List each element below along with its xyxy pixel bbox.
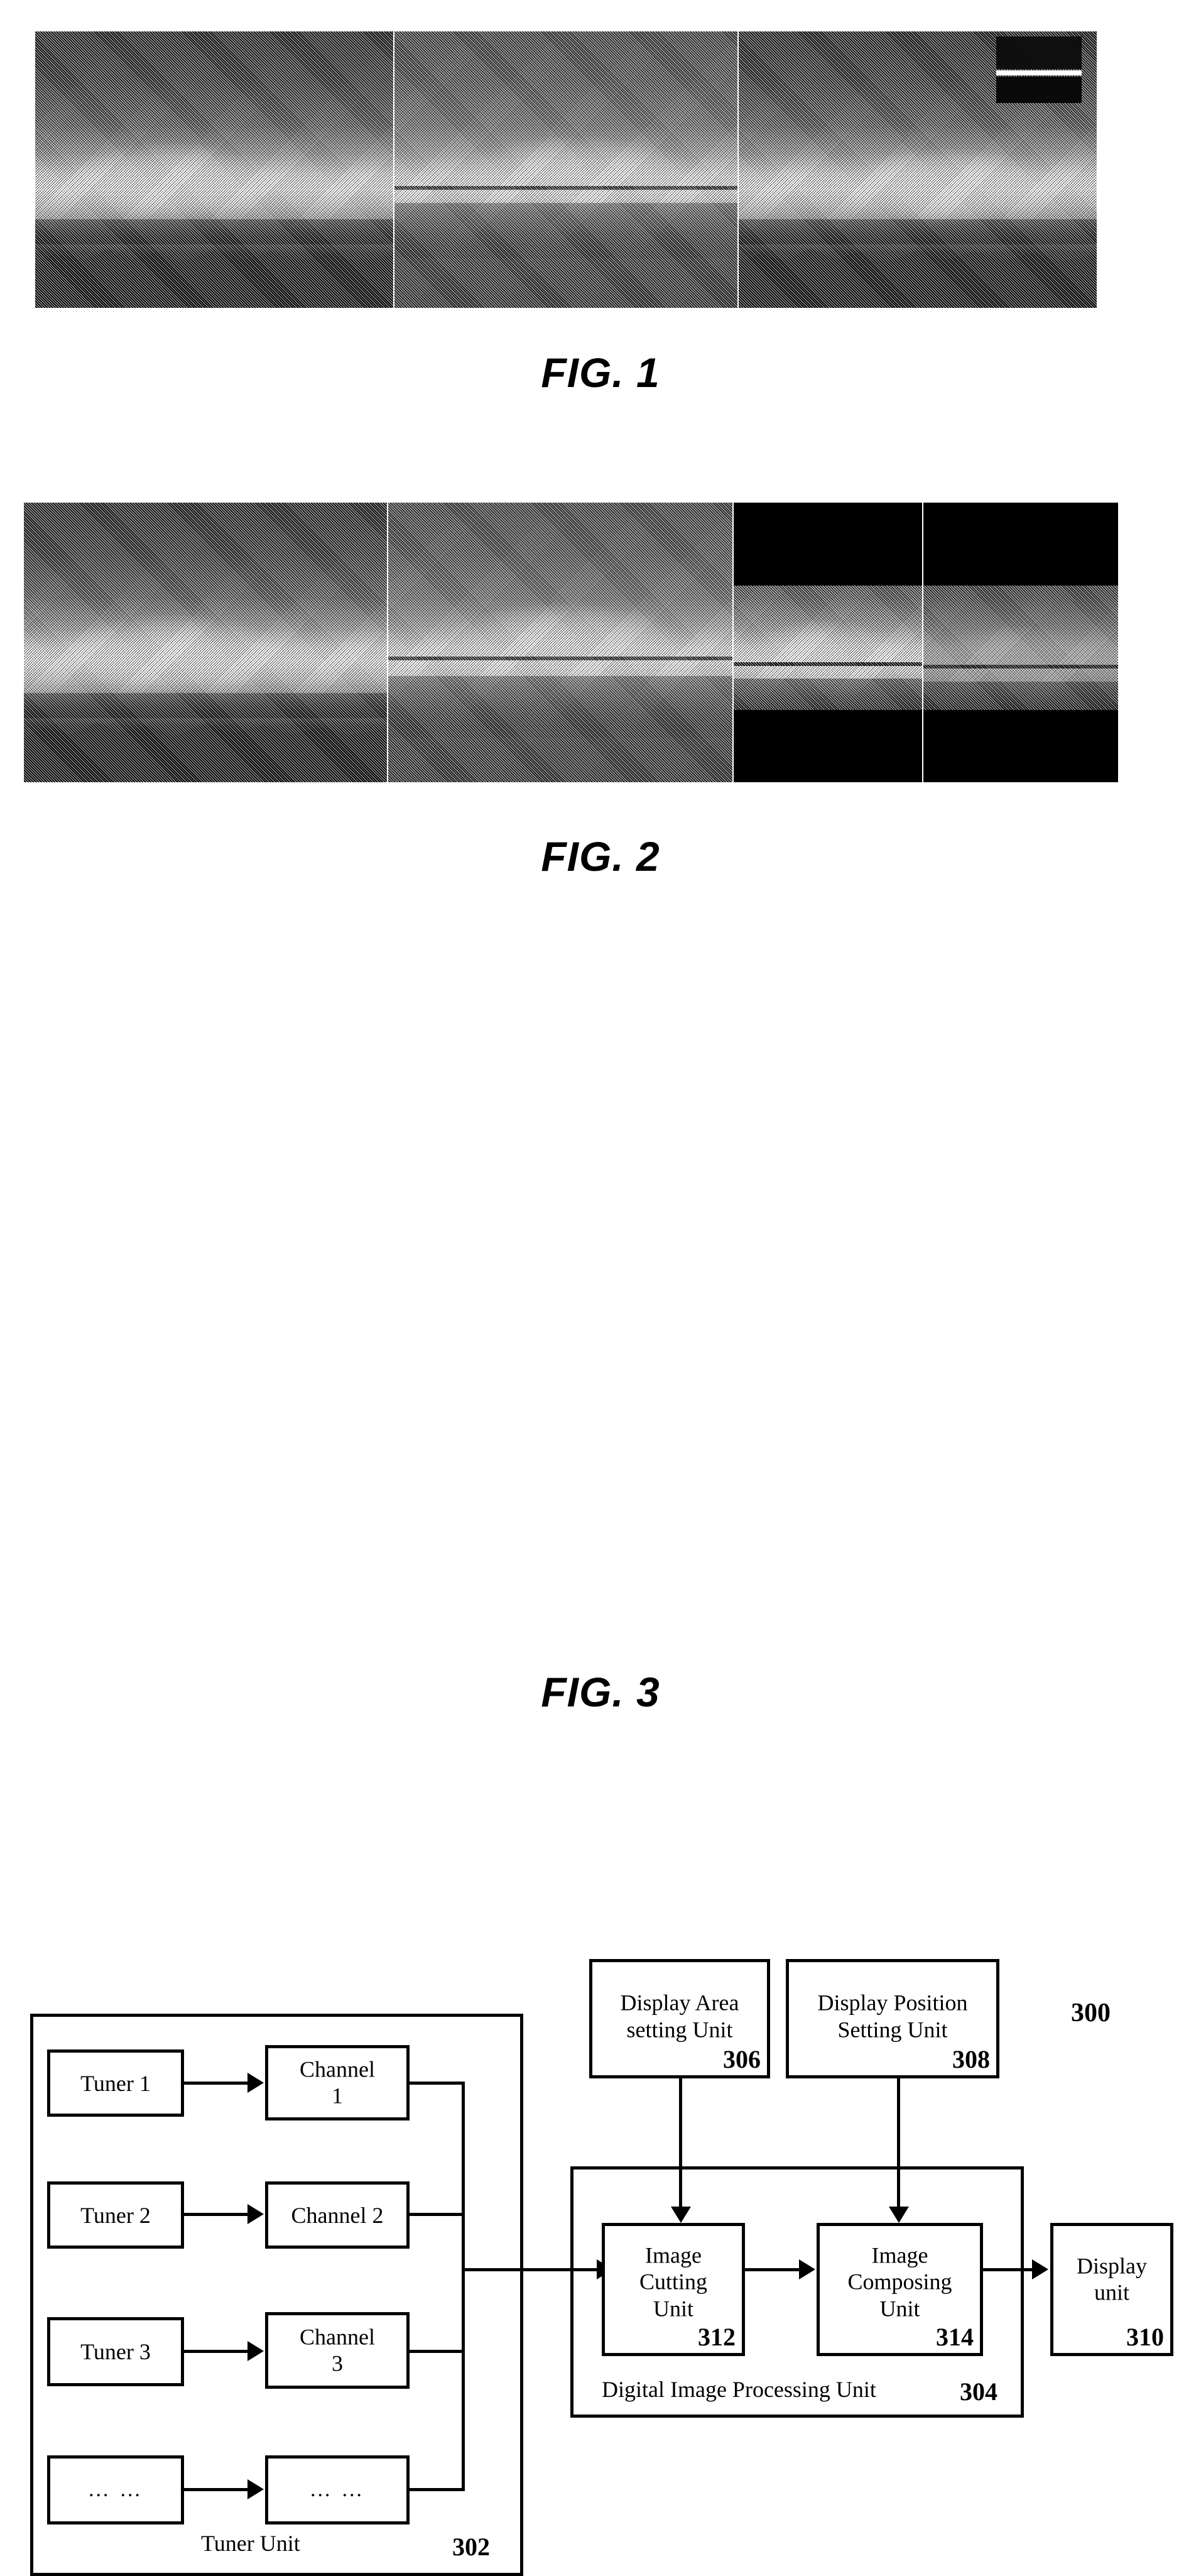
figure-1-caption: FIG. 1: [541, 349, 660, 396]
fig2-panel-2-scene: [388, 503, 732, 782]
channel1-out-line: [410, 2082, 465, 2085]
figure-1-image: [35, 31, 1097, 308]
tuner-more-label: … …: [87, 2477, 144, 2501]
composing-to-display-arrow: [1032, 2259, 1048, 2279]
channel-2-box[interactable]: Channel 2: [265, 2181, 410, 2249]
tuner3-to-channel3-line: [184, 2350, 249, 2353]
fig2-black-block-upper-right: [923, 503, 1118, 586]
channel-bus-vertical: [462, 2082, 465, 2491]
overlay-badge-bottom: [996, 77, 1082, 103]
channel-more-out-line: [410, 2488, 465, 2491]
tuner-more-box: … …: [47, 2455, 184, 2524]
figure-2-image: [24, 503, 1118, 782]
foreground-band: [35, 219, 393, 244]
fig1-panel-right: [739, 31, 1097, 308]
foreground-band: [739, 219, 1097, 244]
display-unit-label: Display unit: [1077, 2253, 1147, 2305]
digital-image-processing-unit-label: Digital Image Processing Unit: [602, 2377, 876, 2402]
overlay-badge-top: [996, 36, 1082, 69]
image-composing-unit-box[interactable]: Image Composing Unit 314: [817, 2223, 983, 2356]
channel-3-box[interactable]: Channel 3: [265, 2312, 410, 2389]
cutting-to-composing-line: [745, 2268, 800, 2271]
channel-1-label: Channel 1: [300, 2056, 375, 2109]
fig2-panel-seam-1: [387, 503, 388, 782]
fig2-panel-seam-2: [732, 503, 734, 782]
image-cutting-unit-box[interactable]: Image Cutting Unit 312: [602, 2223, 745, 2356]
panel-tone-light: [394, 31, 737, 308]
tuner-1-box[interactable]: Tuner 1: [47, 2049, 184, 2117]
more-to-more-line: [184, 2488, 249, 2491]
display-area-setting-unit-ref-306: 306: [723, 2045, 761, 2073]
display-position-setting-unit-box[interactable]: Display Position Setting Unit 308: [786, 1959, 999, 2078]
image-composing-unit-label: Image Composing Unit: [847, 2242, 952, 2322]
display-area-setting-unit-label: Display Area setting Unit: [620, 1990, 739, 2043]
tuner-unit-ref-302: 302: [452, 2533, 490, 2561]
sun-glow: [71, 142, 268, 220]
tuner-1-label: Tuner 1: [80, 2070, 151, 2096]
channel-3-label: Channel 3: [300, 2324, 375, 2376]
channel-more-box: … …: [265, 2455, 410, 2524]
sun-glow: [846, 147, 1043, 225]
display-position-setting-unit-label: Display Position Setting Unit: [817, 1990, 968, 2043]
overlay-badge-divider: [996, 70, 1082, 75]
tuner-2-box[interactable]: Tuner 2: [47, 2181, 184, 2249]
fig1-panel-middle: [394, 31, 737, 308]
fig2-black-block-upper-left: [734, 503, 922, 586]
image-cutting-unit-ref-312: 312: [698, 2323, 736, 2351]
figure-2-caption: FIG. 2: [541, 833, 660, 880]
channel-2-label: Channel 2: [291, 2202, 384, 2228]
fig1-panel-seam-1: [393, 31, 394, 308]
channel-more-label: … …: [309, 2477, 366, 2501]
display-unit-ref-310: 310: [1126, 2323, 1164, 2351]
tuner3-to-channel3-arrow: [247, 2341, 264, 2361]
fig2-panel-2: [388, 503, 732, 782]
tuner1-to-channel1-arrow: [247, 2073, 264, 2093]
fig2-black-block-bottom: [734, 710, 1118, 782]
fig1-panel-seam-2: [737, 31, 739, 308]
digital-image-processing-unit-ref-304: 304: [960, 2377, 997, 2406]
cutting-to-composing-arrow: [799, 2259, 815, 2279]
fig1-panel-left-scene: [35, 31, 393, 308]
fig2-panel-seam-3: [922, 586, 923, 782]
fig2-panel-1: [24, 503, 387, 782]
tuner2-to-channel2-arrow: [247, 2204, 264, 2224]
fig2-panel-1-scene: [24, 503, 387, 782]
composing-to-display-line: [983, 2268, 1033, 2271]
image-composing-unit-ref-314: 314: [936, 2323, 974, 2351]
display-unit-box[interactable]: Display unit 310: [1050, 2223, 1173, 2356]
tuner-2-label: Tuner 2: [80, 2202, 151, 2228]
foreground-band: [24, 692, 387, 718]
figure-3-block-diagram: 300 Tuner Unit 302 Tuner 1 Channel 1 Tune…: [0, 968, 1201, 2576]
tuner1-to-channel1-line: [184, 2082, 249, 2085]
channel2-out-line: [410, 2213, 465, 2216]
fig1-panel-middle-scene: [394, 31, 737, 308]
tuner2-to-channel2-line: [184, 2213, 249, 2216]
more-to-more-arrow: [247, 2479, 264, 2499]
tuner-3-label: Tuner 3: [80, 2339, 151, 2364]
channel-1-box[interactable]: Channel 1: [265, 2045, 410, 2120]
system-ref-300: 300: [1071, 1999, 1111, 2028]
panel-tone-light: [388, 503, 732, 782]
fig1-panel-left: [35, 31, 393, 308]
display-area-setting-unit-box[interactable]: Display Area setting Unit 306: [589, 1959, 770, 2078]
sun-glow: [60, 614, 286, 693]
figure-3-caption: FIG. 3: [541, 1669, 660, 1715]
horizon-line: [734, 662, 922, 666]
tuner-3-box[interactable]: Tuner 3: [47, 2317, 184, 2386]
tuner-unit-label: Tuner Unit: [201, 2531, 300, 2556]
image-cutting-unit-label: Image Cutting Unit: [639, 2242, 708, 2322]
channel3-out-line: [410, 2350, 465, 2353]
display-position-setting-unit-ref-308: 308: [952, 2045, 990, 2073]
